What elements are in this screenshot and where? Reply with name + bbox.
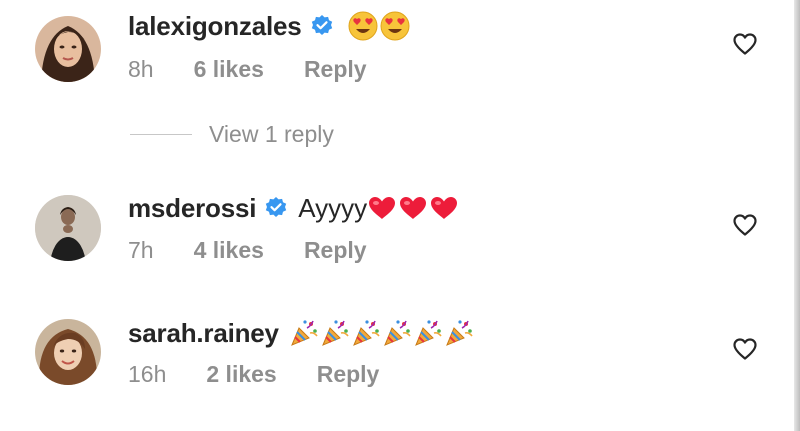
comment-text: Ayyyy bbox=[298, 193, 459, 224]
comment-item: msderossi Ayyyy 7h 4 likes Reply bbox=[0, 180, 800, 280]
reply-button[interactable]: Reply bbox=[304, 56, 367, 83]
divider bbox=[130, 134, 192, 135]
party-popper-emoji-icon bbox=[352, 320, 380, 346]
verified-badge-icon bbox=[264, 196, 288, 220]
comment-timestamp[interactable]: 8h bbox=[128, 56, 154, 83]
red-heart-emoji-icon bbox=[369, 197, 396, 219]
avatar[interactable] bbox=[35, 319, 101, 385]
reply-button[interactable]: Reply bbox=[317, 361, 380, 388]
party-popper-emoji-icon bbox=[383, 320, 411, 346]
comment-text-content: Ayyyy bbox=[298, 192, 368, 223]
comment-username[interactable]: msderossi bbox=[128, 193, 256, 224]
comment-item: sarah.rainey 16h 2 likes Reply bbox=[0, 305, 800, 415]
heart-eyes-emoji-icon bbox=[380, 11, 409, 41]
comment-timestamp[interactable]: 7h bbox=[128, 237, 154, 264]
party-popper-emoji-icon bbox=[290, 320, 318, 346]
party-popper-emoji-icon bbox=[321, 320, 349, 346]
verified-badge-icon bbox=[310, 14, 334, 38]
red-heart-emoji-icon bbox=[400, 197, 427, 219]
comment-text bbox=[289, 318, 474, 348]
comment-likes-count[interactable]: 6 likes bbox=[194, 56, 264, 83]
comment-likes-count[interactable]: 2 likes bbox=[206, 361, 276, 388]
comment-timestamp[interactable]: 16h bbox=[128, 361, 166, 388]
comment-username[interactable]: sarah.rainey bbox=[128, 318, 279, 349]
comment-likes-count[interactable]: 4 likes bbox=[194, 237, 264, 264]
comment-item: lalexigonzales 8h 6 likes Reply bbox=[0, 0, 800, 110]
reply-button[interactable]: Reply bbox=[304, 237, 367, 264]
screen-edge bbox=[794, 0, 800, 431]
like-heart-icon[interactable] bbox=[732, 337, 758, 361]
like-heart-icon[interactable] bbox=[732, 32, 758, 56]
party-popper-emoji-icon bbox=[414, 320, 442, 346]
like-heart-icon[interactable] bbox=[732, 213, 758, 237]
avatar[interactable] bbox=[35, 195, 101, 261]
avatar[interactable] bbox=[35, 16, 101, 82]
comment-username[interactable]: lalexigonzales bbox=[128, 11, 302, 42]
heart-eyes-emoji-icon bbox=[348, 11, 377, 41]
view-replies-button[interactable]: View 1 reply bbox=[130, 121, 334, 148]
red-heart-emoji-icon bbox=[431, 197, 458, 219]
comment-text bbox=[348, 11, 410, 41]
view-replies-label: View 1 reply bbox=[209, 121, 334, 147]
party-popper-emoji-icon bbox=[445, 320, 473, 346]
